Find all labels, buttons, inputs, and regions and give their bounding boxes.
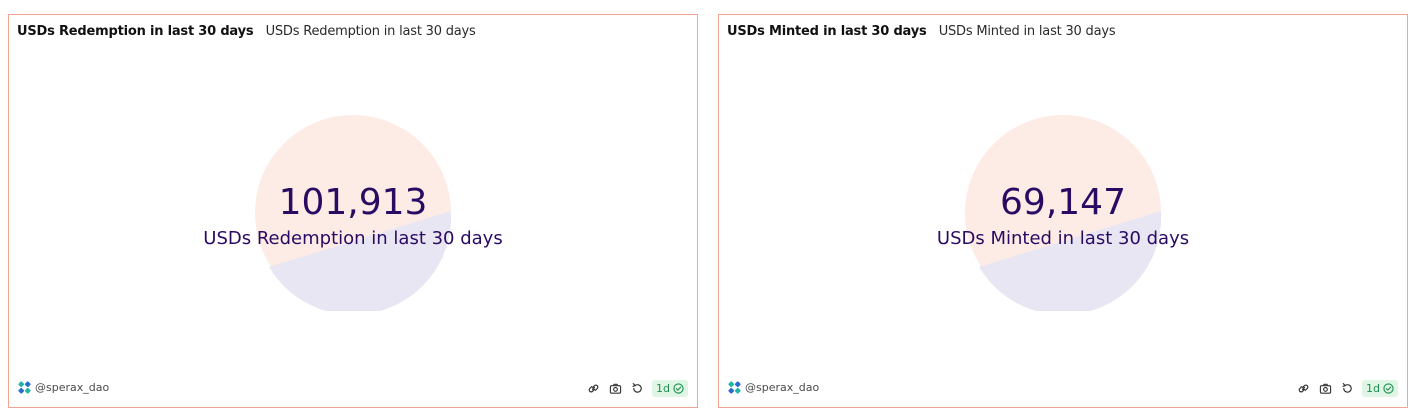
panel-footer: @sperax_dao 1d	[18, 380, 688, 398]
counter-value: 69,147	[1000, 182, 1126, 223]
refresh-icon[interactable]	[631, 382, 644, 395]
freshness-badge[interactable]: 1d	[1362, 380, 1398, 397]
camera-icon[interactable]	[1319, 382, 1332, 395]
camera-icon[interactable]	[609, 382, 622, 395]
counter-panel-redemption: USDs Redemption in last 30 days USDs Red…	[8, 14, 698, 408]
brand-logo-icon	[728, 381, 741, 394]
freshness-label: 1d	[1366, 382, 1380, 395]
owner-handle: @sperax_dao	[35, 381, 110, 394]
panel-actions: 1d	[578, 380, 688, 397]
freshness-badge[interactable]: 1d	[652, 380, 688, 397]
counter-label: USDs Minted in last 30 days	[936, 228, 1190, 249]
counter-value: 101,913	[278, 182, 428, 223]
owner-link[interactable]: @sperax_dao	[18, 381, 109, 394]
panel-actions: 1d	[1288, 380, 1398, 397]
check-circle-icon	[673, 383, 684, 394]
brand-logo-icon	[18, 381, 31, 394]
counter-visualization: 101,913 USDs Redemption in last 30 days	[9, 15, 697, 407]
counter-label: USDs Redemption in last 30 days	[203, 228, 503, 249]
refresh-icon[interactable]	[1341, 382, 1354, 395]
freshness-label: 1d	[656, 382, 670, 395]
link-icon[interactable]	[1297, 382, 1310, 395]
link-icon[interactable]	[587, 382, 600, 395]
owner-link[interactable]: @sperax_dao	[728, 381, 819, 394]
counter-visualization: 69,147 USDs Minted in last 30 days	[719, 15, 1407, 407]
panel-footer: @sperax_dao 1d	[728, 380, 1398, 398]
counter-panel-minted: USDs Minted in last 30 days USDs Minted …	[718, 14, 1408, 408]
check-circle-icon	[1383, 383, 1394, 394]
owner-handle: @sperax_dao	[745, 381, 820, 394]
